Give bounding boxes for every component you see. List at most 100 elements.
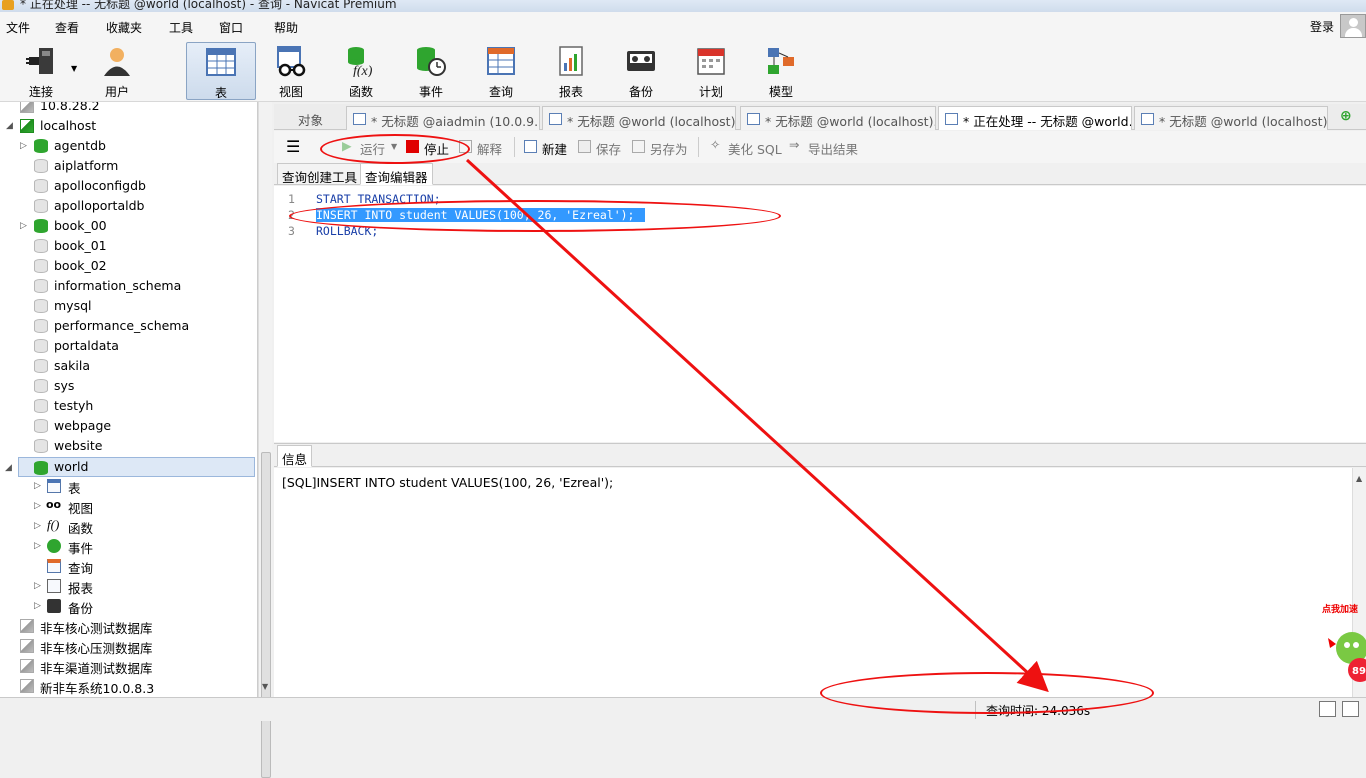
menu-tools[interactable]: 工具 bbox=[169, 19, 193, 36]
menu-view[interactable]: 查看 bbox=[55, 19, 79, 36]
login-link[interactable]: 登录 bbox=[1310, 18, 1334, 35]
tree-db-apolloconfigdb[interactable]: apolloconfigdb bbox=[0, 176, 256, 196]
calendar-icon bbox=[697, 48, 725, 75]
user-button[interactable]: 用户 bbox=[83, 42, 151, 100]
tree-db-sakila[interactable]: sakila bbox=[0, 356, 256, 376]
tree-db-world[interactable]: ◢ world bbox=[5, 457, 255, 477]
database-icon bbox=[34, 419, 48, 433]
collapsed-arrow-icon[interactable]: ▷ bbox=[20, 141, 27, 151]
beautify-sql-button[interactable]: 美化 SQL bbox=[728, 139, 782, 158]
tree-scrollbar[interactable]: ▼ bbox=[258, 102, 272, 778]
tab-query-editor[interactable]: 查询编辑器 bbox=[360, 163, 433, 185]
tree-db-sys[interactable]: sys bbox=[0, 376, 256, 396]
connect-button[interactable]: 连接 ▼ bbox=[7, 42, 77, 100]
event-clock-icon bbox=[47, 539, 61, 553]
view-glasses-icon: oo bbox=[46, 498, 62, 511]
tree-db-information-schema[interactable]: information_schema bbox=[0, 276, 256, 296]
tab-query-world-2[interactable]: * 无标题 @world (localhost)... bbox=[740, 106, 936, 130]
speed-up-widget[interactable]: 点我加速 89 bbox=[1318, 598, 1366, 694]
expanded-arrow-icon[interactable]: ◢ bbox=[6, 121, 13, 131]
menu-bar: 文件 查看 收藏夹 工具 窗口 帮助 登录 bbox=[0, 12, 1366, 40]
tab-objects[interactable]: 对象 bbox=[276, 106, 346, 130]
tree-scrollbar-thumb[interactable] bbox=[261, 452, 271, 778]
tree-db-portaldata[interactable]: portaldata bbox=[0, 336, 256, 356]
tree-connection-other[interactable]: 非车核心压测数据库 bbox=[0, 636, 256, 656]
expanded-arrow-icon[interactable]: ◢ bbox=[5, 463, 12, 473]
tree-db-agentdb[interactable]: ▷ agentdb bbox=[0, 136, 256, 156]
grid-view-icon[interactable] bbox=[1319, 701, 1336, 717]
tree-db-webpage[interactable]: webpage bbox=[0, 416, 256, 436]
tree-world-events[interactable]: ▷ 事件 bbox=[0, 536, 256, 556]
editor-mode-tabs: 查询创建工具 查询编辑器 bbox=[274, 163, 1366, 185]
tree-db-book-01[interactable]: book_01 bbox=[0, 236, 256, 256]
tree-connection-other[interactable]: 非车渠道测试数据库 bbox=[0, 656, 256, 676]
collapsed-arrow-icon[interactable]: ▷ bbox=[34, 501, 41, 511]
schedule-button[interactable]: 计划 bbox=[677, 42, 745, 100]
collapsed-arrow-icon[interactable]: ▷ bbox=[20, 221, 27, 231]
database-icon bbox=[34, 179, 48, 193]
tab-query-world-3[interactable]: * 无标题 @world (localhost)... bbox=[1134, 106, 1328, 130]
tree-connection-localhost[interactable]: ◢ localhost bbox=[0, 116, 256, 136]
collapsed-arrow-icon[interactable]: ▷ bbox=[34, 581, 41, 591]
collapsed-arrow-icon[interactable]: ▷ bbox=[34, 601, 41, 611]
connection-tree[interactable]: 10.8.28.2 ◢ localhost ▷ agentdb aiplatfor… bbox=[0, 102, 258, 697]
export-results-button[interactable]: 导出结果 bbox=[808, 139, 858, 158]
tree-db-mysql[interactable]: mysql bbox=[0, 296, 256, 316]
export-icon: ⇒ bbox=[789, 137, 800, 152]
connect-dropdown-icon[interactable]: ▼ bbox=[71, 64, 77, 73]
title-bar: * 正在处理 -- 无标题 @world (localhost) - 查询 - … bbox=[0, 0, 1366, 12]
function-button[interactable]: f(x) 函数 bbox=[327, 42, 395, 100]
tree-db-apolloportaldb[interactable]: apolloportaldb bbox=[0, 196, 256, 216]
menu-file[interactable]: 文件 bbox=[6, 19, 30, 36]
collapsed-arrow-icon[interactable]: ▷ bbox=[34, 521, 41, 531]
explain-button[interactable]: 解释 bbox=[477, 139, 502, 158]
scroll-up-arrow-icon[interactable]: ▲ bbox=[1356, 474, 1362, 483]
tree-db-book-00[interactable]: ▷ book_00 bbox=[0, 216, 256, 236]
query-button[interactable]: 查询 bbox=[467, 42, 535, 100]
tree-db-website[interactable]: website bbox=[0, 436, 256, 456]
menu-help[interactable]: 帮助 bbox=[274, 19, 298, 36]
tree-world-queries[interactable]: 查询 bbox=[0, 556, 256, 576]
database-icon bbox=[34, 279, 48, 293]
tree-db-testyh[interactable]: testyh bbox=[0, 396, 256, 416]
tree-connection-partial[interactable]: 10.8.28.2 bbox=[0, 102, 256, 116]
new-button[interactable]: 新建 bbox=[542, 139, 567, 158]
tree-connection-other[interactable]: 新非车系统10.0.8.3 bbox=[0, 676, 256, 696]
tree-connection-other[interactable]: 非车核心测试数据库 bbox=[0, 616, 256, 636]
tab-query-aiadmin[interactable]: * 无标题 @aiadmin (10.0.9.5... bbox=[346, 106, 540, 130]
tab-query-world-1[interactable]: * 无标题 @world (localhost)... bbox=[542, 106, 736, 130]
view-button[interactable]: 视图 bbox=[257, 42, 325, 100]
plug-icon bbox=[26, 48, 53, 74]
user-avatar-icon[interactable] bbox=[1340, 14, 1366, 38]
save-button[interactable]: 保存 bbox=[596, 139, 621, 158]
tree-world-views[interactable]: ▷ oo 视图 bbox=[0, 496, 256, 516]
tree-world-reports[interactable]: ▷ 报表 bbox=[0, 576, 256, 596]
save-as-button[interactable]: 另存为 bbox=[650, 139, 688, 158]
tree-world-tables[interactable]: ▷ 表 bbox=[0, 476, 256, 496]
database-icon bbox=[34, 439, 48, 453]
tree-world-backups[interactable]: ▷ 备份 bbox=[0, 596, 256, 616]
new-tab-icon[interactable]: ⊕ bbox=[1340, 108, 1352, 124]
table-button[interactable]: 表 bbox=[186, 42, 256, 100]
report-button[interactable]: 报表 bbox=[537, 42, 605, 100]
tab-info[interactable]: 信息 bbox=[277, 445, 313, 467]
tree-db-book-02[interactable]: book_02 bbox=[0, 256, 256, 276]
event-button[interactable]: 事件 bbox=[397, 42, 465, 100]
collapsed-arrow-icon[interactable]: ▷ bbox=[34, 481, 41, 491]
menu-favorites[interactable]: 收藏夹 bbox=[106, 19, 142, 36]
query-tab-icon bbox=[549, 113, 562, 125]
backup-button[interactable]: 备份 bbox=[607, 42, 675, 100]
model-button[interactable]: 模型 bbox=[747, 42, 815, 100]
tab-query-builder[interactable]: 查询创建工具 bbox=[277, 163, 363, 185]
line-number: 1 bbox=[288, 192, 295, 206]
tab-query-running[interactable]: * 正在处理 -- 无标题 @world... bbox=[938, 106, 1132, 130]
line-number: 3 bbox=[288, 224, 295, 238]
scroll-down-arrow-icon[interactable]: ▼ bbox=[262, 682, 268, 691]
tree-db-performance-schema[interactable]: performance_schema bbox=[0, 316, 256, 336]
form-view-icon[interactable] bbox=[1342, 701, 1359, 717]
collapsed-arrow-icon[interactable]: ▷ bbox=[34, 541, 41, 551]
tree-world-functions[interactable]: ▷ f() 函数 bbox=[0, 516, 256, 536]
tree-db-aiplatform[interactable]: aiplatform bbox=[0, 156, 256, 176]
menu-hamburger-icon[interactable]: ☰ bbox=[286, 137, 300, 156]
menu-window[interactable]: 窗口 bbox=[219, 19, 243, 36]
